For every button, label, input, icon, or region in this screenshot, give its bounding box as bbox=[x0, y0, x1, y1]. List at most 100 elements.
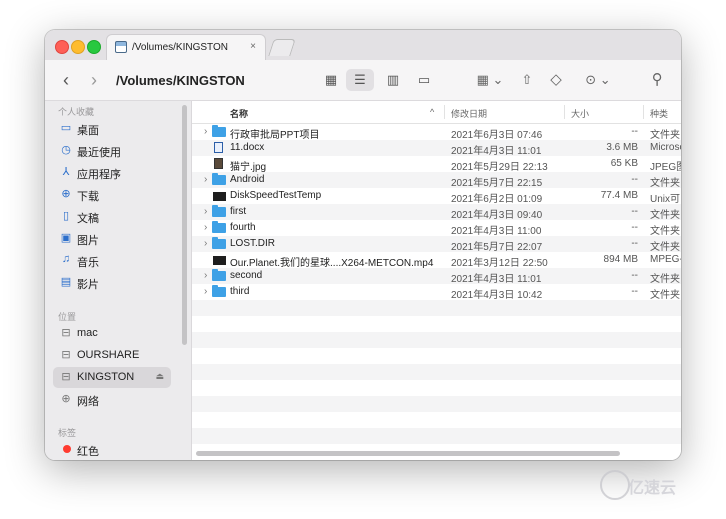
sidebar-section-favorites: 个人收藏 bbox=[58, 107, 95, 117]
image-file-icon bbox=[214, 158, 223, 169]
sidebar-item-label: 网络 bbox=[77, 396, 99, 408]
folder-icon bbox=[212, 173, 226, 185]
sidebar-item-label: KINGSTON bbox=[77, 371, 135, 383]
sidebar-scrollbar[interactable] bbox=[182, 105, 187, 345]
table-row[interactable]: › 行政审批局PPT项目 2021年6月3日 07:46 -- 文件夹 bbox=[192, 124, 681, 141]
new-tab-button[interactable] bbox=[268, 39, 296, 56]
disclosure-icon[interactable]: › bbox=[204, 206, 207, 217]
sidebar-item-mac[interactable]: ⊟ mac bbox=[53, 323, 171, 344]
column-view-button[interactable]: ▥ bbox=[379, 69, 407, 91]
share-button[interactable]: ⇧ bbox=[519, 69, 535, 91]
applications-icon: ⅄ bbox=[62, 166, 70, 178]
empty-row bbox=[192, 364, 681, 380]
table-row[interactable]: 猫宁.jpg 2021年5月29日 22:13 65 KB JPEG图 bbox=[192, 156, 681, 173]
sidebar-item-downloads[interactable]: ⊕ 下载 bbox=[53, 184, 171, 205]
tab-close-icon[interactable]: × bbox=[250, 41, 256, 52]
zoom-window-button[interactable] bbox=[87, 40, 101, 54]
sidebar-section-tags: 标签 bbox=[58, 428, 77, 438]
table-row[interactable]: › LOST.DIR 2021年5月7日 22:07 -- 文件夹 bbox=[192, 236, 681, 253]
folder-icon bbox=[212, 125, 226, 137]
disclosure-icon[interactable]: › bbox=[204, 270, 207, 281]
sidebar-item-network[interactable]: ⊕ 网络 bbox=[53, 389, 171, 410]
finder-window: /Volumes/KINGSTON × ‹ › /Volumes/KINGSTO… bbox=[45, 30, 681, 460]
column-size[interactable]: 大小 bbox=[571, 107, 589, 120]
icon-view-button[interactable]: ▦ bbox=[317, 69, 345, 91]
folder-icon bbox=[212, 221, 226, 233]
sidebar-item-music[interactable]: ♫ 音乐 bbox=[53, 250, 171, 271]
group-button[interactable]: ▦ ⌄ bbox=[473, 69, 507, 91]
table-row[interactable]: 11.docx 2021年4月3日 11:01 3.6 MB Microso bbox=[192, 140, 681, 157]
disclosure-icon[interactable]: › bbox=[204, 238, 207, 249]
sidebar-item-label: 桌面 bbox=[77, 125, 99, 137]
sidebar-item-pictures[interactable]: ▣ 图片 bbox=[53, 228, 171, 249]
gallery-view-button[interactable]: ▭ bbox=[410, 69, 438, 91]
sidebar-item-kingston[interactable]: ⊟ KINGSTON ⏏ bbox=[53, 367, 171, 388]
disclosure-icon[interactable]: › bbox=[204, 286, 207, 297]
column-kind[interactable]: 种类 bbox=[650, 107, 668, 120]
back-button[interactable]: ‹ bbox=[63, 60, 69, 100]
empty-row bbox=[192, 348, 681, 364]
close-window-button[interactable] bbox=[55, 40, 69, 54]
picture-icon: ▣ bbox=[60, 232, 72, 244]
sidebar-item-recents[interactable]: ◷ 最近使用 bbox=[53, 140, 171, 161]
table-row[interactable]: › third 2021年4月3日 10:42 -- 文件夹 bbox=[192, 284, 681, 301]
disclosure-icon[interactable]: › bbox=[204, 174, 207, 185]
download-icon: ⊕ bbox=[61, 188, 71, 200]
sidebar-item-label: 红色 bbox=[77, 446, 99, 458]
table-row[interactable]: › Android 2021年5月7日 22:15 -- 文件夹 bbox=[192, 172, 681, 189]
sidebar-item-documents[interactable]: ▯ 文稿 bbox=[53, 206, 171, 227]
watermark-text: 亿速云 bbox=[628, 480, 677, 497]
sidebar-item-label: 最近使用 bbox=[77, 147, 121, 159]
list-view-button[interactable]: ☰ bbox=[346, 69, 374, 91]
table-row[interactable]: Our.Planet.我们的星球....X264-METCON.mp4 2021… bbox=[192, 252, 681, 269]
clock-icon: ◷ bbox=[61, 144, 71, 156]
movie-icon: ▤ bbox=[60, 276, 72, 288]
table-row[interactable]: › fourth 2021年4月3日 11:00 -- 文件夹 bbox=[192, 220, 681, 237]
horizontal-scrollbar[interactable] bbox=[196, 451, 620, 456]
table-row[interactable]: › second 2021年4月3日 11:01 -- 文件夹 bbox=[192, 268, 681, 285]
file-list: 名称 ^ 修改日期 大小 种类 › 行政审批局PPT项目 2021年6月3日 0… bbox=[192, 101, 681, 460]
word-document-icon bbox=[214, 142, 223, 153]
page-title: /Volumes/KINGSTON bbox=[116, 73, 245, 88]
search-icon[interactable]: ⚲ bbox=[649, 69, 665, 91]
disk-icon: ⊟ bbox=[61, 349, 71, 361]
video-file-icon bbox=[213, 256, 226, 265]
disk-icon: ⊟ bbox=[61, 327, 71, 339]
sidebar-item-desktop[interactable]: ▭ 桌面 bbox=[53, 118, 171, 139]
empty-row bbox=[192, 396, 681, 412]
table-row[interactable]: › first 2021年4月3日 09:40 -- 文件夹 bbox=[192, 204, 681, 221]
more-actions-button[interactable]: ⊙ ⌄ bbox=[581, 69, 615, 91]
eject-icon[interactable]: ⏏ bbox=[155, 371, 164, 382]
toolbar: ‹ › /Volumes/KINGSTON ▦ ☰ ▥ ▭ ▦ ⌄ ⇧ ◇ ⊙ … bbox=[45, 60, 681, 101]
forward-button[interactable]: › bbox=[91, 60, 97, 100]
empty-row bbox=[192, 428, 681, 444]
finder-window-icon bbox=[115, 41, 127, 53]
sidebar-item-label: mac bbox=[77, 327, 98, 339]
column-date[interactable]: 修改日期 bbox=[451, 107, 487, 120]
tab-bar: /Volumes/KINGSTON × bbox=[45, 30, 681, 61]
sidebar-item-movies[interactable]: ▤ 影片 bbox=[53, 272, 171, 293]
tab-kingston[interactable]: /Volumes/KINGSTON × bbox=[106, 34, 266, 60]
watermark-logo-icon bbox=[600, 470, 630, 500]
empty-row bbox=[192, 412, 681, 428]
sidebar-item-applications[interactable]: ⅄ 应用程序 bbox=[53, 162, 171, 183]
executable-file-icon bbox=[213, 192, 226, 201]
document-icon: ▯ bbox=[62, 210, 70, 222]
sidebar-item-label: 下载 bbox=[77, 191, 99, 203]
music-icon: ♫ bbox=[61, 253, 71, 265]
disclosure-icon[interactable]: › bbox=[204, 126, 207, 137]
folder-icon bbox=[212, 285, 226, 297]
sidebar-item-ourshare[interactable]: ⊟ OURSHARE bbox=[53, 345, 171, 366]
disclosure-icon[interactable]: › bbox=[204, 222, 207, 233]
sidebar-item-tag-red[interactable]: 红色 bbox=[53, 439, 171, 460]
minimize-window-button[interactable] bbox=[71, 40, 85, 54]
table-row[interactable]: DiskSpeedTestTemp 2021年6月2日 01:09 77.4 M… bbox=[192, 188, 681, 205]
column-name[interactable]: 名称 bbox=[230, 107, 248, 120]
folder-icon bbox=[212, 205, 226, 217]
tag-button[interactable]: ◇ bbox=[548, 69, 564, 91]
desktop-icon: ▭ bbox=[60, 122, 72, 134]
empty-row bbox=[192, 380, 681, 396]
sidebar-item-label: 图片 bbox=[77, 235, 99, 247]
network-icon: ⊕ bbox=[61, 393, 71, 405]
sidebar-item-label: 音乐 bbox=[77, 257, 99, 269]
